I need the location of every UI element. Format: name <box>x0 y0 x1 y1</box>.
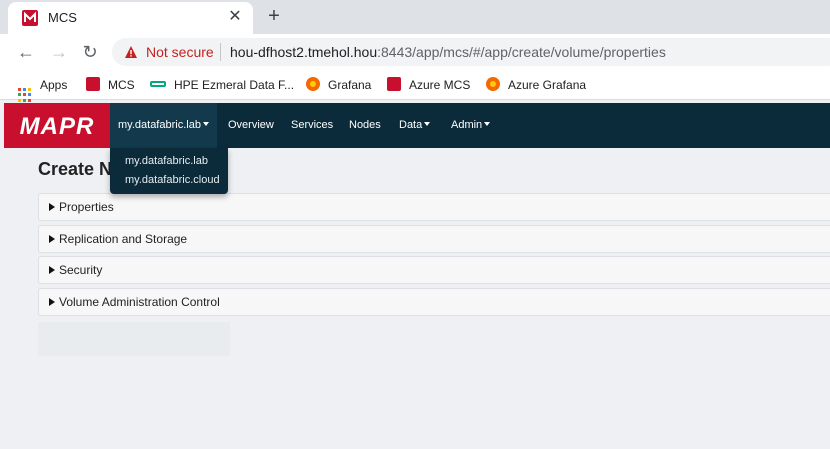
bookmark-label: Apps <box>40 78 68 92</box>
mapr-favicon-icon <box>22 10 38 26</box>
browser-toolbar: ← → ↻ Not secure hou-dfhost2.tmehol.hou:… <box>0 34 830 70</box>
mapr-icon <box>86 77 100 91</box>
triangle-right-icon <box>49 266 55 274</box>
cluster-option-lab[interactable]: my.datafabric.lab <box>125 153 208 169</box>
bookmark-mcs[interactable]: MCS <box>86 77 135 93</box>
chevron-down-icon <box>202 122 209 126</box>
bookmark-azure-mcs[interactable]: Azure MCS <box>387 77 470 93</box>
nav-nodes[interactable]: Nodes <box>341 103 389 148</box>
bookmark-label: Azure Grafana <box>508 78 587 92</box>
cluster-name: my.datafabric.lab <box>118 119 201 131</box>
nav-data-label: Data <box>399 119 423 131</box>
bookmark-apps[interactable]: Apps <box>18 77 68 102</box>
back-arrow-icon[interactable]: ← <box>15 41 37 63</box>
bookmark-label: MCS <box>108 78 135 92</box>
triangle-right-icon <box>49 203 55 211</box>
bookmarks-bar: Apps MCS HPE Ezmeral Data F... Grafana A… <box>0 70 830 102</box>
mapr-icon <box>387 77 401 91</box>
panel-replication-storage[interactable]: Replication and Storage <box>38 225 830 253</box>
cluster-selector[interactable]: my.datafabric.lab <box>110 103 217 148</box>
triangle-right-icon <box>49 298 55 306</box>
tab-title: MCS <box>48 10 77 25</box>
nav-admin-label: Admin <box>451 119 483 131</box>
browser-tab[interactable]: MCS ✕ <box>8 2 253 34</box>
address-bar[interactable]: Not secure hou-dfhost2.tmehol.hou:8443/a… <box>112 38 830 66</box>
panel-label: Properties <box>59 200 114 214</box>
new-tab-button[interactable]: + <box>264 5 284 27</box>
page-title: Create N <box>38 159 113 179</box>
bookmark-label: Grafana <box>328 78 372 92</box>
app-navbar: MAPR my.datafabric.lab Overview Services… <box>4 103 830 148</box>
panel-label: Replication and Storage <box>59 232 188 246</box>
nav-services[interactable]: Services <box>283 103 341 148</box>
hpe-icon <box>150 81 166 87</box>
panel-properties[interactable]: Properties <box>38 193 830 221</box>
address-separator <box>220 43 221 61</box>
bookmark-hpe-ezmeral[interactable]: HPE Ezmeral Data F... <box>150 77 294 93</box>
chevron-down-icon <box>424 122 431 126</box>
reload-icon[interactable]: ↻ <box>79 41 101 63</box>
forward-arrow-icon[interactable]: → <box>48 41 70 63</box>
panel-label: Security <box>59 263 103 277</box>
url-text[interactable]: hou-dfhost2.tmehol.hou:8443/app/mcs/#/ap… <box>230 44 666 60</box>
bookmark-label: Azure MCS <box>409 78 471 92</box>
browser-tab-strip: MCS ✕ + <box>0 0 830 34</box>
chevron-down-icon <box>484 122 491 126</box>
mapr-logo[interactable]: MAPR <box>4 103 110 148</box>
cluster-dropdown-menu: my.datafabric.lab my.datafabric.cloud <box>110 148 228 194</box>
close-tab-icon[interactable]: ✕ <box>225 7 245 27</box>
nav-data[interactable]: Data <box>391 103 438 148</box>
panel-security[interactable]: Security <box>38 256 830 284</box>
grafana-icon <box>306 77 320 91</box>
nav-overview[interactable]: Overview <box>220 103 282 148</box>
cluster-option-cloud[interactable]: my.datafabric.cloud <box>125 172 220 188</box>
footer-placeholder <box>38 322 230 356</box>
triangle-right-icon <box>49 235 55 243</box>
bookmark-azure-grafana[interactable]: Azure Grafana <box>486 77 586 93</box>
panel-label: Volume Administration Control <box>59 295 220 309</box>
nav-admin[interactable]: Admin <box>443 103 498 148</box>
bookmark-label: HPE Ezmeral Data F... <box>174 78 295 92</box>
warning-triangle-icon <box>125 46 137 58</box>
url-path: :8443/app/mcs/#/app/create/volume/proper… <box>377 44 666 60</box>
apps-grid-icon <box>18 88 32 102</box>
bookmark-grafana[interactable]: Grafana <box>306 77 371 93</box>
panel-volume-admin-control[interactable]: Volume Administration Control <box>38 288 830 316</box>
not-secure-label[interactable]: Not secure <box>146 44 214 60</box>
logo-text: MAPR <box>19 113 95 140</box>
url-host: hou-dfhost2.tmehol.hou <box>230 44 378 60</box>
grafana-icon <box>486 77 500 91</box>
